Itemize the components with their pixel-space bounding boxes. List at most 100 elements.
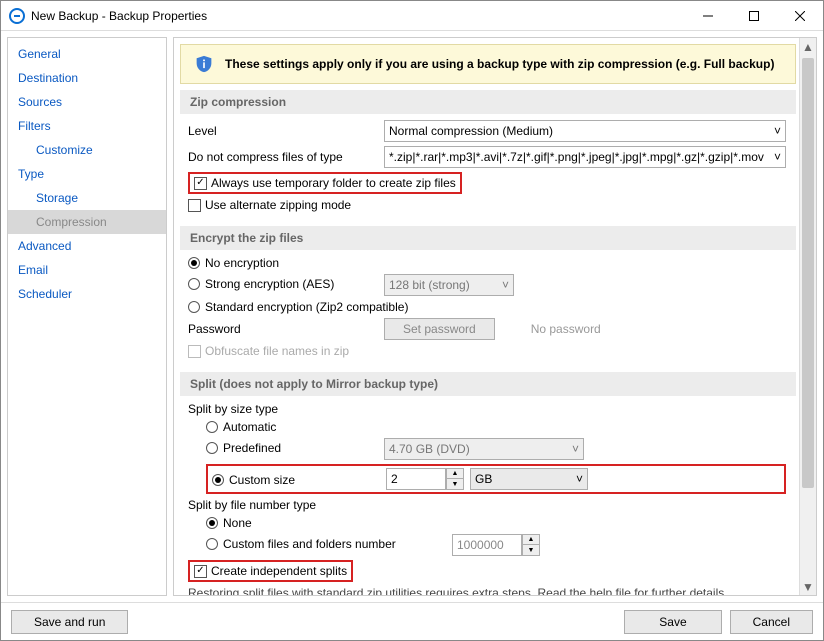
split-auto-label: Automatic xyxy=(223,420,276,434)
encryption-none-radio[interactable]: No encryption xyxy=(188,256,279,270)
sidebar-item-advanced[interactable]: Advanced xyxy=(8,234,166,258)
highlight-indep-splits: Create independent splits xyxy=(188,560,353,582)
chevron-down-icon: ˅ xyxy=(774,150,781,164)
sidebar-item-general[interactable]: General xyxy=(8,42,166,66)
split-custom-radio[interactable]: Custom size xyxy=(212,473,295,487)
obfuscate-label: Obfuscate file names in zip xyxy=(205,344,349,358)
scroll-down-icon[interactable]: ▼ xyxy=(800,578,816,595)
chevron-down-icon: ˅ xyxy=(576,472,583,486)
split-predef-radio[interactable]: Predefined xyxy=(206,441,281,455)
encryption-none-label: No encryption xyxy=(205,256,279,270)
banner-text: These settings apply only if you are usi… xyxy=(225,57,774,71)
custom-size-unit-select[interactable]: GB ˅ xyxy=(470,468,588,490)
split-size-label: Split by size type xyxy=(188,402,786,416)
content-pane: These settings apply only if you are usi… xyxy=(174,38,816,595)
sidebar-item-sources[interactable]: Sources xyxy=(8,90,166,114)
split-note: Restoring split files with standard zip … xyxy=(188,586,786,595)
split-customfiles-radio[interactable]: Custom files and folders number xyxy=(206,537,396,551)
sidebar-item-storage[interactable]: Storage xyxy=(8,186,166,210)
radio-icon xyxy=(206,421,218,433)
radio-icon xyxy=(188,301,200,313)
nocompress-value: *.zip|*.rar|*.mp3|*.avi|*.7z|*.gif|*.png… xyxy=(389,150,764,164)
section-encrypt-header: Encrypt the zip files xyxy=(180,226,796,250)
sidebar-item-email[interactable]: Email xyxy=(8,258,166,282)
aes-bits-value: 128 bit (strong) xyxy=(389,278,470,292)
spin-up-icon: ▲ xyxy=(523,535,539,545)
maximize-button[interactable] xyxy=(731,1,777,31)
checkbox-icon xyxy=(194,565,207,578)
indep-splits-checkbox[interactable]: Create independent splits xyxy=(194,564,347,578)
encryption-zip2-label: Standard encryption (Zip2 compatible) xyxy=(205,300,408,314)
split-filenum-label: Split by file number type xyxy=(188,498,786,512)
set-password-button: Set password xyxy=(384,318,495,340)
temp-folder-checkbox[interactable]: Always use temporary folder to create zi… xyxy=(194,176,456,190)
encryption-aes-label: Strong encryption (AES) xyxy=(205,277,334,291)
radio-icon xyxy=(188,257,200,269)
radio-icon xyxy=(188,278,200,290)
sidebar-item-compression[interactable]: Compression xyxy=(8,210,166,234)
level-label: Level xyxy=(188,124,378,138)
level-select[interactable]: Normal compression (Medium) ˅ xyxy=(384,120,786,142)
spin-down-icon[interactable]: ▼ xyxy=(447,479,463,489)
checkbox-icon xyxy=(194,177,207,190)
window-title: New Backup - Backup Properties xyxy=(31,9,685,23)
scrollbar-thumb[interactable] xyxy=(802,58,814,488)
chevron-down-icon: ˅ xyxy=(572,442,579,456)
encryption-aes-radio[interactable]: Strong encryption (AES) xyxy=(188,277,334,291)
highlight-custom-size: Custom size ▲▼ GB ˅ xyxy=(206,464,786,494)
info-icon xyxy=(195,55,213,73)
titlebar: New Backup - Backup Properties xyxy=(1,1,823,31)
nocompress-label: Do not compress files of type xyxy=(188,150,378,164)
split-customfiles-label: Custom files and folders number xyxy=(223,537,396,551)
nocompress-select[interactable]: *.zip|*.rar|*.mp3|*.avi|*.7z|*.gif|*.png… xyxy=(384,146,786,168)
sidebar-item-customize[interactable]: Customize xyxy=(8,138,166,162)
highlight-temp-folder: Always use temporary folder to create zi… xyxy=(188,172,462,194)
customfiles-spinner: ▲▼ xyxy=(452,534,540,556)
aes-bits-select: 128 bit (strong) ˅ xyxy=(384,274,514,296)
close-button[interactable] xyxy=(777,1,823,31)
save-button[interactable]: Save xyxy=(624,610,721,634)
split-predef-label: Predefined xyxy=(223,441,281,455)
encryption-zip2-radio[interactable]: Standard encryption (Zip2 compatible) xyxy=(188,300,408,314)
checkbox-icon xyxy=(188,199,201,212)
sidebar-item-filters[interactable]: Filters xyxy=(8,114,166,138)
predef-size-select: 4.70 GB (DVD) ˅ xyxy=(384,438,584,460)
obfuscate-checkbox: Obfuscate file names in zip xyxy=(188,344,349,358)
custom-size-spinner[interactable]: ▲▼ xyxy=(386,468,464,490)
spin-up-icon[interactable]: ▲ xyxy=(447,469,463,479)
altmode-checkbox[interactable]: Use alternate zipping mode xyxy=(188,198,351,212)
custom-size-unit-value: GB xyxy=(475,472,492,486)
custom-size-input[interactable] xyxy=(386,468,446,490)
radio-icon xyxy=(206,442,218,454)
checkbox-icon xyxy=(188,345,201,358)
sidebar-item-scheduler[interactable]: Scheduler xyxy=(8,282,166,306)
temp-folder-label: Always use temporary folder to create zi… xyxy=(211,176,456,190)
sidebar: General Destination Sources Filters Cust… xyxy=(7,37,167,596)
altmode-label: Use alternate zipping mode xyxy=(205,198,351,212)
section-split-header: Split (does not apply to Mirror backup t… xyxy=(180,372,796,396)
radio-icon xyxy=(206,517,218,529)
radio-icon xyxy=(206,538,218,550)
level-value: Normal compression (Medium) xyxy=(389,124,553,138)
footer: Save and run Save Cancel xyxy=(1,602,823,640)
split-none-radio[interactable]: None xyxy=(206,516,252,530)
app-icon xyxy=(9,8,25,24)
spin-down-icon: ▼ xyxy=(523,545,539,555)
scroll-up-icon[interactable]: ▲ xyxy=(800,38,816,55)
chevron-down-icon: ˅ xyxy=(502,278,509,292)
save-and-run-button[interactable]: Save and run xyxy=(11,610,128,634)
minimize-button[interactable] xyxy=(685,1,731,31)
sidebar-item-type[interactable]: Type xyxy=(8,162,166,186)
split-none-label: None xyxy=(223,516,252,530)
sidebar-item-destination[interactable]: Destination xyxy=(8,66,166,90)
indep-splits-label: Create independent splits xyxy=(211,564,347,578)
password-label: Password xyxy=(188,322,378,336)
cancel-button[interactable]: Cancel xyxy=(730,610,813,634)
chevron-down-icon: ˅ xyxy=(774,124,781,138)
info-banner: These settings apply only if you are usi… xyxy=(180,44,796,84)
section-zip-header: Zip compression xyxy=(180,90,796,114)
customfiles-input xyxy=(452,534,522,556)
scrollbar[interactable]: ▲ ▼ xyxy=(799,38,816,595)
password-status: No password xyxy=(531,322,601,336)
split-auto-radio[interactable]: Automatic xyxy=(206,420,276,434)
